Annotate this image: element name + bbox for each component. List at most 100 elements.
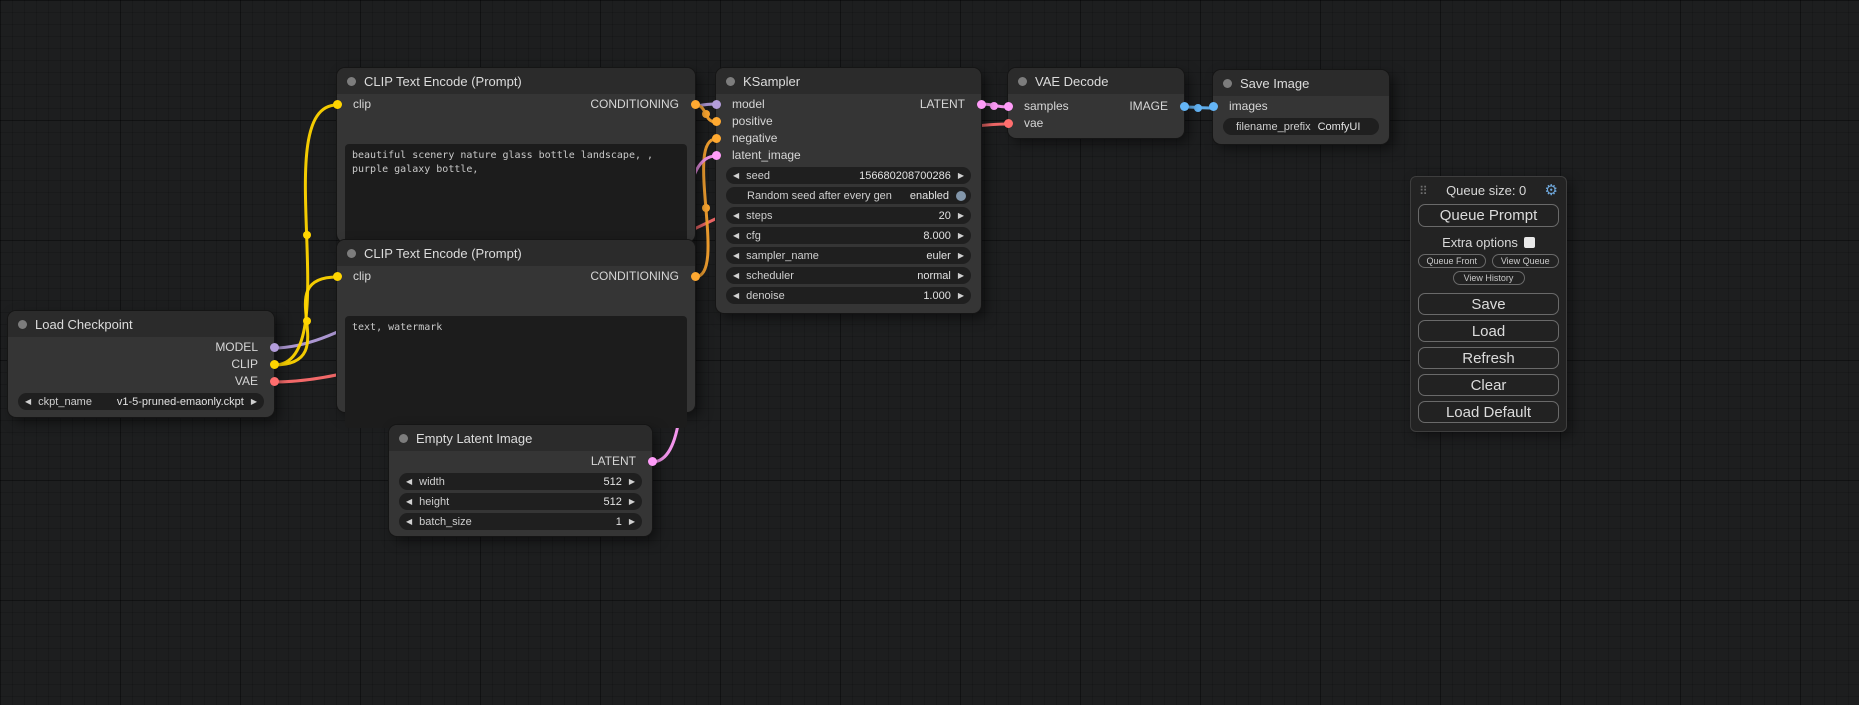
increment-arrow-icon[interactable]: ▶ [958,232,964,240]
widget-random-seed-toggle[interactable]: Random seed after every gen enabled [726,187,971,204]
output-port-image[interactable] [1180,102,1189,111]
collapse-dot-icon[interactable] [347,77,356,86]
extra-options-checkbox[interactable] [1524,237,1535,248]
output-port-clip[interactable] [270,360,279,369]
output-port-vae[interactable] [270,377,279,386]
collapse-dot-icon[interactable] [1018,77,1027,86]
node-vae-decode[interactable]: VAE Decode samples IMAGE vae [1008,68,1184,138]
collapse-dot-icon[interactable] [18,320,27,329]
positive-prompt-textarea[interactable]: beautiful scenery nature glass bottle la… [345,144,687,248]
node-title-bar[interactable]: CLIP Text Encode (Prompt) [337,68,695,94]
widget-name: Random seed after every gen [747,190,892,202]
widget-ckpt-name[interactable]: ◀ ckpt_name v1-5-pruned-emaonly.ckpt ▶ [18,393,264,410]
output-label: CONDITIONING [590,268,679,285]
queue-actions-row: Queue Front View Queue [1418,254,1559,268]
output-label: IMAGE [1129,98,1168,115]
input-port-clip[interactable] [333,100,342,109]
refresh-button[interactable]: Refresh [1418,347,1559,369]
wire-midpoint-dot [702,110,710,118]
node-clip-text-encode-negative[interactable]: CLIP Text Encode (Prompt) clip CONDITION… [337,240,695,412]
input-label: vae [1024,115,1043,132]
load-button[interactable]: Load [1418,320,1559,342]
clear-button[interactable]: Clear [1418,374,1559,396]
input-port-model[interactable] [712,100,721,109]
output-port-latent[interactable] [648,457,657,466]
widget-value: v1-5-pruned-emaonly.ckpt [117,396,244,408]
decrement-arrow-icon[interactable]: ◀ [406,478,412,486]
settings-gear-icon[interactable]: ⚙ [1545,183,1558,198]
menu-drag-handle-icon[interactable]: ⠿ [1419,184,1428,198]
widget-width[interactable]: ◀ width 512 ▶ [399,473,642,490]
node-save-image[interactable]: Save Image images filename_prefix ComfyU… [1213,70,1389,144]
input-port-vae[interactable] [1004,119,1013,128]
input-port-negative[interactable] [712,134,721,143]
node-load-checkpoint[interactable]: Load Checkpoint MODEL CLIP VAE ◀ ckpt_na… [8,311,274,417]
widget-steps[interactable]: ◀ steps 20 ▶ [726,207,971,224]
decrement-arrow-icon[interactable]: ◀ [733,252,739,260]
slot-row: clip CONDITIONING [337,96,695,113]
queue-prompt-button[interactable]: Queue Prompt [1418,204,1559,227]
node-ksampler[interactable]: KSampler model LATENT positive negative … [716,68,981,313]
node-title-bar[interactable]: Save Image [1213,70,1389,96]
view-history-button[interactable]: View History [1453,271,1525,285]
output-port-conditioning[interactable] [691,100,700,109]
increment-arrow-icon[interactable]: ▶ [629,518,635,526]
view-queue-button[interactable]: View Queue [1492,254,1560,268]
graph-canvas[interactable]: Load Checkpoint MODEL CLIP VAE ◀ ckpt_na… [0,0,1859,705]
widget-cfg[interactable]: ◀ cfg 8.000 ▶ [726,227,971,244]
decrement-arrow-icon[interactable]: ◀ [406,518,412,526]
increment-arrow-icon[interactable]: ▶ [958,272,964,280]
widget-value: 1 [616,516,622,528]
increment-arrow-icon[interactable]: ▶ [251,398,257,406]
save-button[interactable]: Save [1418,293,1559,315]
toggle-knob-icon[interactable] [956,191,966,201]
increment-arrow-icon[interactable]: ▶ [958,292,964,300]
decrement-arrow-icon[interactable]: ◀ [25,398,31,406]
node-empty-latent-image[interactable]: Empty Latent Image LATENT ◀ width 512 ▶ … [389,425,652,536]
increment-arrow-icon[interactable]: ▶ [958,172,964,180]
widget-name: cfg [746,230,761,242]
collapse-dot-icon[interactable] [347,249,356,258]
decrement-arrow-icon[interactable]: ◀ [733,232,739,240]
widget-height[interactable]: ◀ height 512 ▶ [399,493,642,510]
widget-filename-prefix[interactable]: filename_prefix ComfyUI [1223,118,1379,135]
queue-front-button[interactable]: Queue Front [1418,254,1486,268]
collapse-dot-icon[interactable] [1223,79,1232,88]
decrement-arrow-icon[interactable]: ◀ [733,172,739,180]
output-port-model[interactable] [270,343,279,352]
decrement-arrow-icon[interactable]: ◀ [733,272,739,280]
increment-arrow-icon[interactable]: ▶ [958,212,964,220]
widget-value: 20 [939,210,951,222]
node-title-bar[interactable]: Load Checkpoint [8,311,274,337]
node-title-bar[interactable]: VAE Decode [1008,68,1184,94]
input-label: clip [353,96,371,113]
widget-denoise[interactable]: ◀ denoise 1.000 ▶ [726,287,971,304]
widget-sampler-name[interactable]: ◀ sampler_name euler ▶ [726,247,971,264]
decrement-arrow-icon[interactable]: ◀ [406,498,412,506]
increment-arrow-icon[interactable]: ▶ [958,252,964,260]
collapse-dot-icon[interactable] [726,77,735,86]
output-port-latent[interactable] [977,100,986,109]
node-title-bar[interactable]: Empty Latent Image [389,425,652,451]
collapse-dot-icon[interactable] [399,434,408,443]
decrement-arrow-icon[interactable]: ◀ [733,212,739,220]
widget-scheduler[interactable]: ◀ scheduler normal ▶ [726,267,971,284]
input-port-clip[interactable] [333,272,342,281]
node-title-bar[interactable]: CLIP Text Encode (Prompt) [337,240,695,266]
input-port-samples[interactable] [1004,102,1013,111]
load-default-button[interactable]: Load Default [1418,401,1559,423]
decrement-arrow-icon[interactable]: ◀ [733,292,739,300]
negative-prompt-textarea[interactable]: text, watermark [345,316,687,428]
input-port-latent-image[interactable] [712,151,721,160]
increment-arrow-icon[interactable]: ▶ [629,478,635,486]
input-port-images[interactable] [1209,102,1218,111]
comfyui-app: { "icons": { "decrement": "◀", "incremen… [0,0,1859,705]
output-port-conditioning[interactable] [691,272,700,281]
node-title-bar[interactable]: KSampler [716,68,981,94]
input-label: images [1229,98,1268,115]
increment-arrow-icon[interactable]: ▶ [629,498,635,506]
widget-seed[interactable]: ◀ seed 156680208700286 ▶ [726,167,971,184]
node-clip-text-encode-positive[interactable]: CLIP Text Encode (Prompt) clip CONDITION… [337,68,695,242]
widget-batch-size[interactable]: ◀ batch_size 1 ▶ [399,513,642,530]
input-port-positive[interactable] [712,117,721,126]
